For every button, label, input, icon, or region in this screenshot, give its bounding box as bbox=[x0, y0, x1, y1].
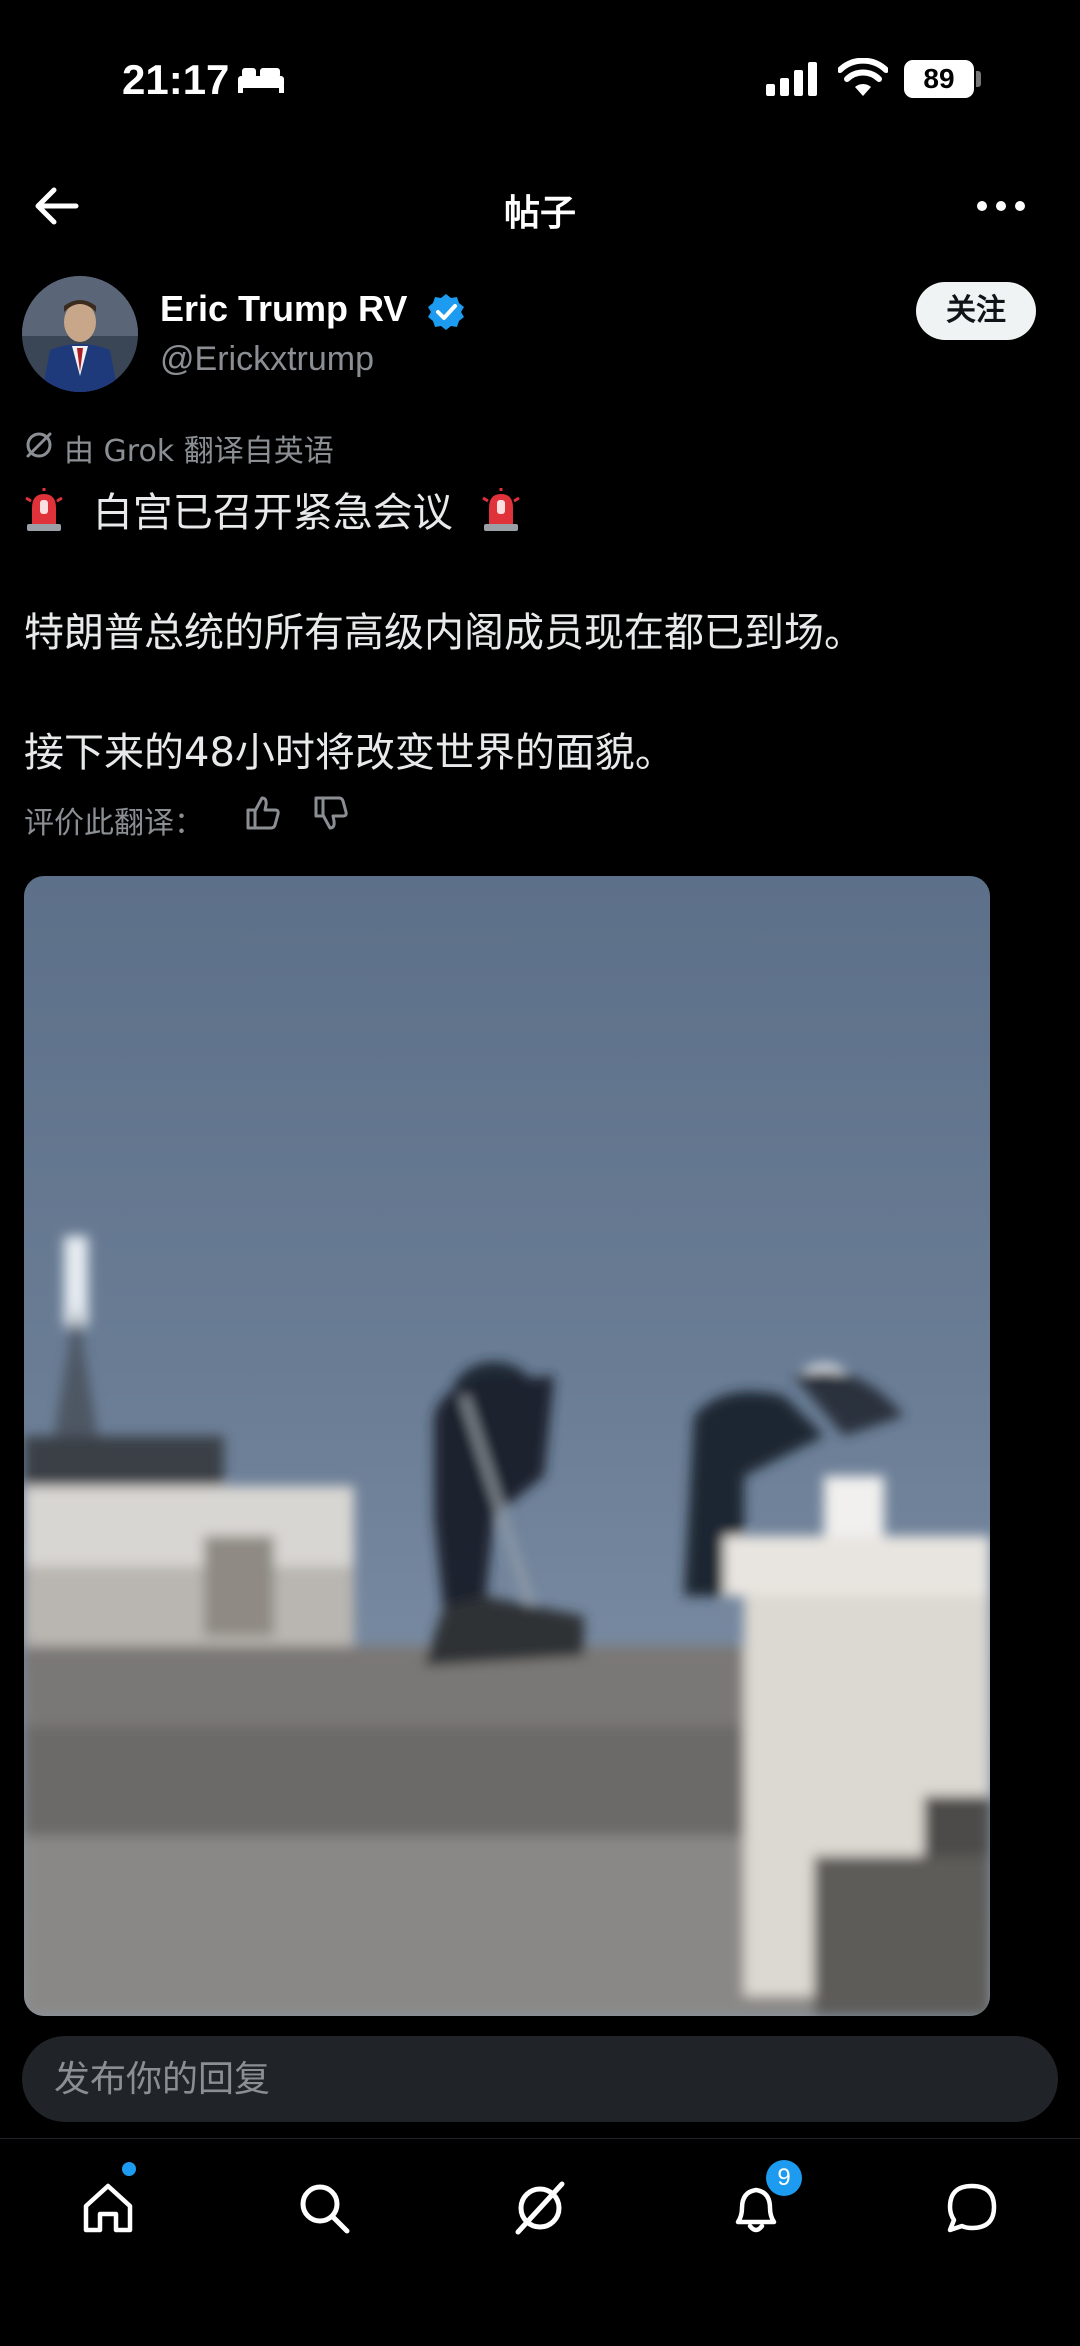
reply-input[interactable] bbox=[22, 2036, 1058, 2122]
post-video[interactable] bbox=[24, 876, 990, 2016]
post-headline: 白宫已召开紧急会议 bbox=[92, 490, 453, 536]
siren-emoji-icon bbox=[482, 488, 521, 531]
nav-home[interactable] bbox=[72, 2172, 144, 2244]
thumbs-down-icon[interactable] bbox=[312, 794, 350, 832]
avatar[interactable] bbox=[22, 276, 138, 392]
battery-level: 89 bbox=[904, 60, 974, 98]
nav-messages[interactable] bbox=[936, 2172, 1008, 2244]
grok-nav-icon bbox=[515, 2181, 565, 2235]
thumbs-up-icon[interactable] bbox=[244, 794, 282, 832]
grok-icon bbox=[26, 432, 52, 458]
cellular-signal-icon bbox=[766, 62, 817, 96]
author-name[interactable]: Eric Trump RV bbox=[160, 288, 407, 330]
rate-translation-label: 评价此翻译： bbox=[24, 806, 204, 841]
home-unread-dot bbox=[122, 2162, 136, 2176]
nav-search[interactable] bbox=[288, 2172, 360, 2244]
status-time: 21:17 bbox=[122, 56, 230, 103]
page-title: 帖子 bbox=[503, 193, 576, 234]
home-icon bbox=[83, 2183, 133, 2233]
verified-badge-icon bbox=[428, 294, 464, 330]
message-icon bbox=[947, 2183, 997, 2233]
video-frame bbox=[24, 1236, 990, 2016]
search-icon bbox=[300, 2184, 350, 2234]
translation-note[interactable]: 由 Grok 翻译自英语 bbox=[64, 426, 334, 470]
follow-button[interactable]: 关注 bbox=[916, 282, 1036, 340]
siren-emoji-icon bbox=[25, 488, 63, 531]
more-options-icon[interactable] bbox=[976, 200, 1026, 212]
nav-grok[interactable] bbox=[504, 2172, 576, 2244]
post-text-line-2: 接下来的48小时将改变世界的面貌。 bbox=[24, 730, 675, 776]
author-handle[interactable]: @Erickxtrump bbox=[160, 340, 374, 379]
post-headline-line: 白宫已召开紧急会议 bbox=[24, 480, 521, 538]
avatar-photo bbox=[22, 276, 138, 392]
sleep-bed-icon bbox=[238, 68, 284, 93]
nav-divider bbox=[0, 2138, 1080, 2139]
wifi-icon bbox=[838, 58, 888, 96]
battery-tip bbox=[976, 71, 981, 87]
post-text-line-1: 特朗普总统的所有高级内阁成员现在都已到场。 bbox=[24, 610, 864, 656]
notifications-count-badge: 9 bbox=[766, 2160, 802, 2196]
